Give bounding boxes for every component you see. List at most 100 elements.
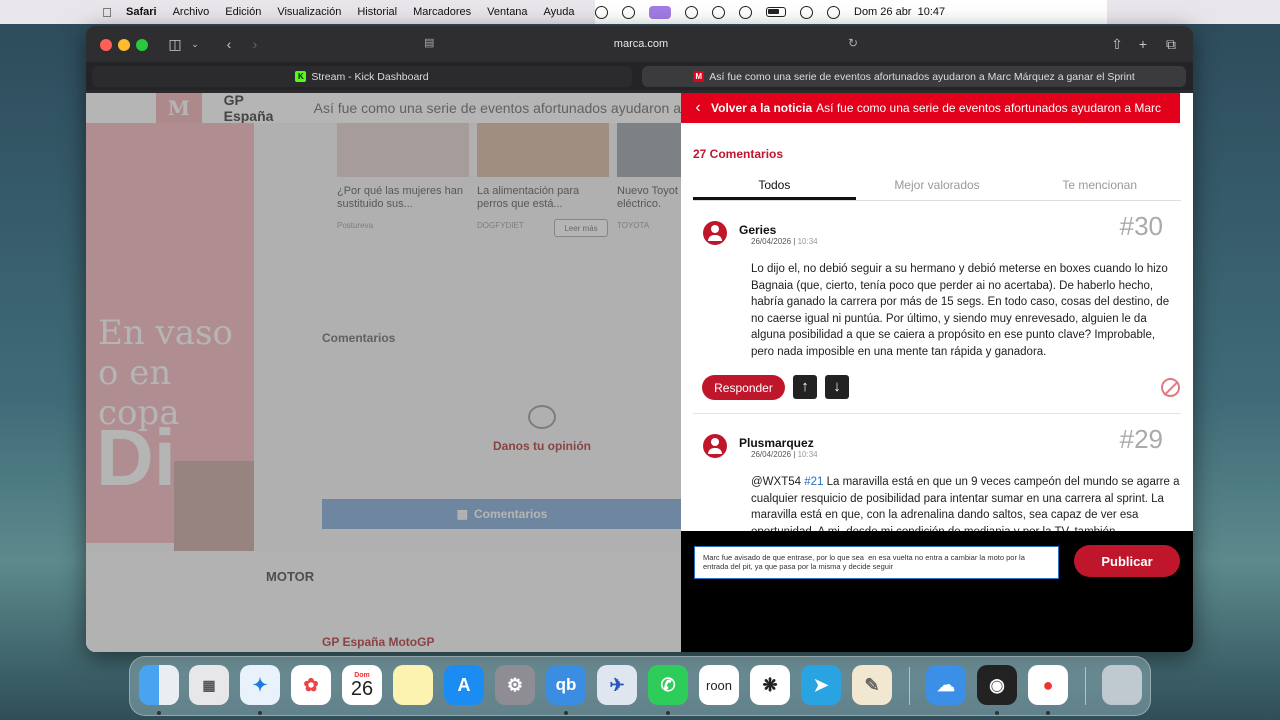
running-indicator [157,711,161,715]
forward-icon[interactable]: › [246,35,264,53]
tab-title: Stream - Kick Dashboard [311,70,429,83]
comment-number: #30 [1119,211,1163,241]
airplane-icon[interactable]: ✈ [597,665,637,705]
reload-icon[interactable]: ↻ [848,36,858,50]
dock: ▦ ✦ ✿ Dom 26 A ⚙ qb ✈ ✆ roon ❋ ➤ ✎ ☁ ◉ ● [129,656,1151,716]
comment-input[interactable] [694,546,1059,579]
sync-status-icon[interactable] [622,5,635,19]
dock-separator [1085,667,1086,705]
screen-share-status-icon[interactable] [649,5,671,19]
audio-status-icon[interactable] [712,5,725,19]
menu-edicion[interactable]: Edición [225,6,261,18]
running-indicator [995,711,999,715]
comments-tabs: Todos Mejor valorados Te mencionan [693,165,1181,201]
spotlight-search-icon[interactable] [800,5,813,19]
running-indicator [258,711,262,715]
upvote-arrow-icon[interactable]: ↑ [793,375,817,399]
focus-status-icon[interactable] [685,5,698,19]
comment-mention[interactable]: @WXT54 [751,476,801,488]
new-tab-icon[interactable]: + [1134,35,1152,53]
wifi-icon[interactable] [739,5,752,19]
kick-favicon-icon: K [295,71,307,82]
panel-article-title: Así fue como una serie de eventos afortu… [816,101,1162,115]
comment-reference-link[interactable]: #21 [804,476,823,488]
calendar-day: 26 [350,677,374,700]
notes-icon[interactable] [393,665,433,705]
user-avatar-icon [703,221,727,245]
weather-icon[interactable]: ☁ [926,665,966,705]
chevron-down-icon[interactable]: ⌄ [186,35,204,53]
back-to-article-link[interactable]: Volver a la noticia [711,101,812,115]
comment-username[interactable]: Plusmarquez [739,436,814,450]
compose-area: Publicar [681,531,1193,652]
report-icon[interactable] [1161,378,1180,397]
close-window-button[interactable] [100,39,112,51]
running-indicator [666,711,670,715]
finder-icon[interactable] [139,665,179,705]
tab-todos[interactable]: Todos [693,165,856,200]
photos-icon[interactable]: ✿ [291,665,331,705]
chrome-icon[interactable]: ● [1028,665,1068,705]
battery-icon[interactable] [766,7,786,17]
comment-time: 10:34 [797,450,818,459]
menu-marcadores[interactable]: Marcadores [413,6,471,18]
tab-bar: K Stream - Kick Dashboard M Así fue como… [86,62,1193,90]
sidebar-icon[interactable]: ◫ [166,35,184,53]
qbittorrent-icon[interactable]: qb [546,665,586,705]
comments-panel-header[interactable]: ‹ Volver a la noticia Así fue como una s… [681,93,1180,123]
running-indicator [1046,711,1050,715]
comment-username[interactable]: Geries [739,223,776,237]
user-avatar-icon [703,434,727,458]
page-settings-icon[interactable]: ▤ [424,36,434,49]
whatsapp-icon[interactable]: ✆ [648,665,688,705]
comment-divider [693,413,1181,414]
safari-icon[interactable]: ✦ [240,665,280,705]
trash-icon[interactable] [1102,665,1142,705]
tab-te-mencionan[interactable]: Te mencionan [1018,165,1181,200]
textedit-icon[interactable]: ✎ [852,665,892,705]
running-indicator [564,711,568,715]
page-overlay[interactable] [86,93,681,652]
launchpad-icon[interactable]: ▦ [189,665,229,705]
comment-text: Lo dijo el, no debió seguir a su hermano… [751,263,1170,358]
marca-favicon-icon: M [693,71,705,82]
menubar-clock[interactable]: Dom 26 abr 10:47 [854,6,945,18]
app-store-icon[interactable]: A [444,665,484,705]
publish-button[interactable]: Publicar [1074,545,1180,577]
comment-timestamp: 26/04/2026 | 10:34 [751,450,818,459]
menu-historial[interactable]: Historial [357,6,397,18]
tab-overview-icon[interactable]: ⧉ [1162,35,1180,53]
browser-toolbar: ◫ ⌄ ‹ › ▤ marca.com ↻ ⇧ + ⧉ [86,26,1193,62]
tab-marca-article[interactable]: M Así fue como una serie de eventos afor… [642,66,1186,87]
system-settings-icon[interactable]: ⚙ [495,665,535,705]
web-content: M GP España Así fue como una serie de ev… [86,93,1193,652]
chatgpt-icon[interactable]: ❋ [750,665,790,705]
telegram-icon[interactable]: ➤ [801,665,841,705]
url-text: marca.com [613,38,669,50]
obs-icon[interactable]: ◉ [977,665,1017,705]
minimize-window-button[interactable] [118,39,130,51]
tab-mejor-valorados[interactable]: Mejor valorados [856,165,1019,200]
roon-icon[interactable]: roon [699,665,739,705]
menu-app-name[interactable]: Safari [126,6,157,18]
menu-visualizacion[interactable]: Visualización [277,6,341,18]
telegram-status-icon[interactable] [595,5,608,19]
menu-archivo[interactable]: Archivo [173,6,210,18]
back-icon[interactable]: ‹ [220,35,238,53]
reply-button[interactable]: Responder [702,375,785,400]
menu-ayuda[interactable]: Ayuda [544,6,575,18]
downvote-arrow-icon[interactable]: ↓ [825,375,849,399]
tab-kick-dashboard[interactable]: K Stream - Kick Dashboard [92,66,632,87]
comment-actions: Responder ↑ ↓ [702,375,1180,401]
zoom-window-button[interactable] [136,39,148,51]
comments-count: 27 Comentarios [693,147,784,161]
tab-title: Así fue como una serie de eventos afortu… [709,70,1135,83]
control-center-icon[interactable] [827,5,840,19]
menubar-status-area: Dom 26 abr 10:47 [595,0,1107,24]
apple-icon[interactable]:  [100,5,114,20]
share-icon[interactable]: ⇧ [1108,35,1126,53]
calendar-icon[interactable]: Dom 26 [342,665,382,705]
menu-ventana[interactable]: Ventana [487,6,527,18]
address-bar[interactable]: ▤ marca.com ↻ [416,34,866,54]
chevron-left-icon[interactable]: ‹ [685,99,711,117]
